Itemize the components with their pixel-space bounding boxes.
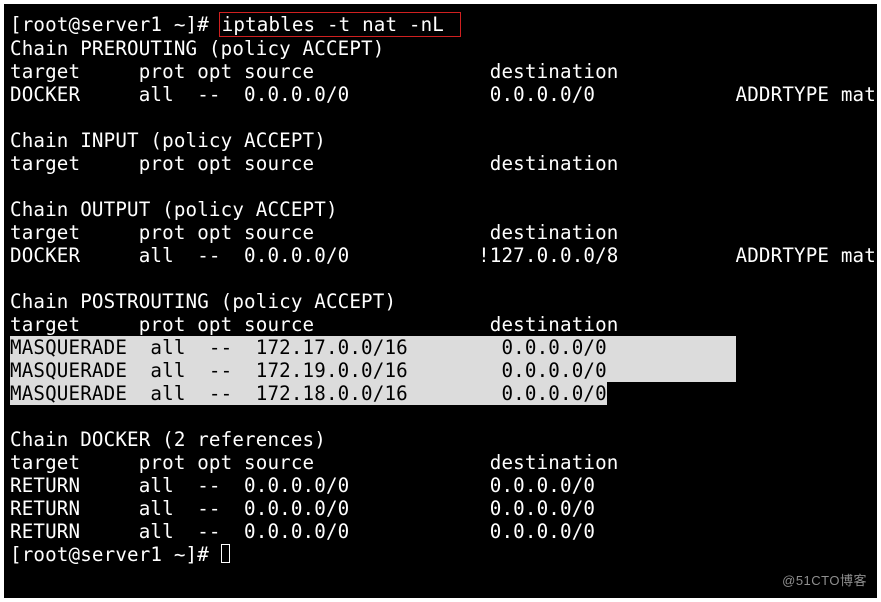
chain-docker-row: RETURN all -- 0.0.0.0/0 0.0.0.0/0	[10, 497, 724, 520]
chain-output-title: Chain OUTPUT (policy ACCEPT)	[10, 198, 338, 221]
chain-postrouting-row-hl: MASQUERADE all -- 172.18.0.0/16 0.0.0.0/…	[10, 382, 607, 405]
chain-docker-row: RETURN all -- 0.0.0.0/0 0.0.0.0/0	[10, 474, 724, 497]
chain-docker-title: Chain DOCKER (2 references)	[10, 428, 326, 451]
chain-postrouting-row-hl: MASQUERADE all -- 172.19.0.0/16 0.0.0.0/…	[10, 359, 736, 382]
shell-prompt: [root@server1 ~]#	[10, 543, 221, 566]
chain-docker-row: RETURN all -- 0.0.0.0/0 0.0.0.0/0	[10, 520, 724, 543]
chain-prerouting-row: DOCKER all -- 0.0.0.0/0 0.0.0.0/0 ADDRTY…	[10, 83, 877, 106]
watermark: @51CTO博客	[782, 569, 867, 592]
chain-postrouting-row-hl: MASQUERADE all -- 172.17.0.0/16 0.0.0.0/…	[10, 336, 736, 359]
chain-docker-header: target prot opt source destination	[10, 451, 724, 474]
terminal-window[interactable]: [root@server1 ~]# iptables -t nat -nL Ch…	[4, 4, 877, 598]
shell-prompt: [root@server1 ~]#	[10, 13, 221, 36]
chain-output-header: target prot opt source destination	[10, 221, 724, 244]
chain-prerouting-header: target prot opt source destination	[10, 60, 724, 83]
chain-postrouting-header: target prot opt source destination	[10, 313, 724, 336]
chain-input-title: Chain INPUT (policy ACCEPT)	[10, 129, 326, 152]
chain-input-header: target prot opt source destination	[10, 152, 724, 175]
chain-postrouting-title: Chain POSTROUTING (policy ACCEPT)	[10, 290, 396, 313]
chain-prerouting-title: Chain PREROUTING (policy ACCEPT)	[10, 37, 384, 60]
cursor[interactable]	[221, 544, 230, 563]
chain-output-row: DOCKER all -- 0.0.0.0/0 !127.0.0.0/8 ADD…	[10, 244, 877, 267]
highlighted-command: iptables -t nat -nL	[219, 12, 461, 37]
